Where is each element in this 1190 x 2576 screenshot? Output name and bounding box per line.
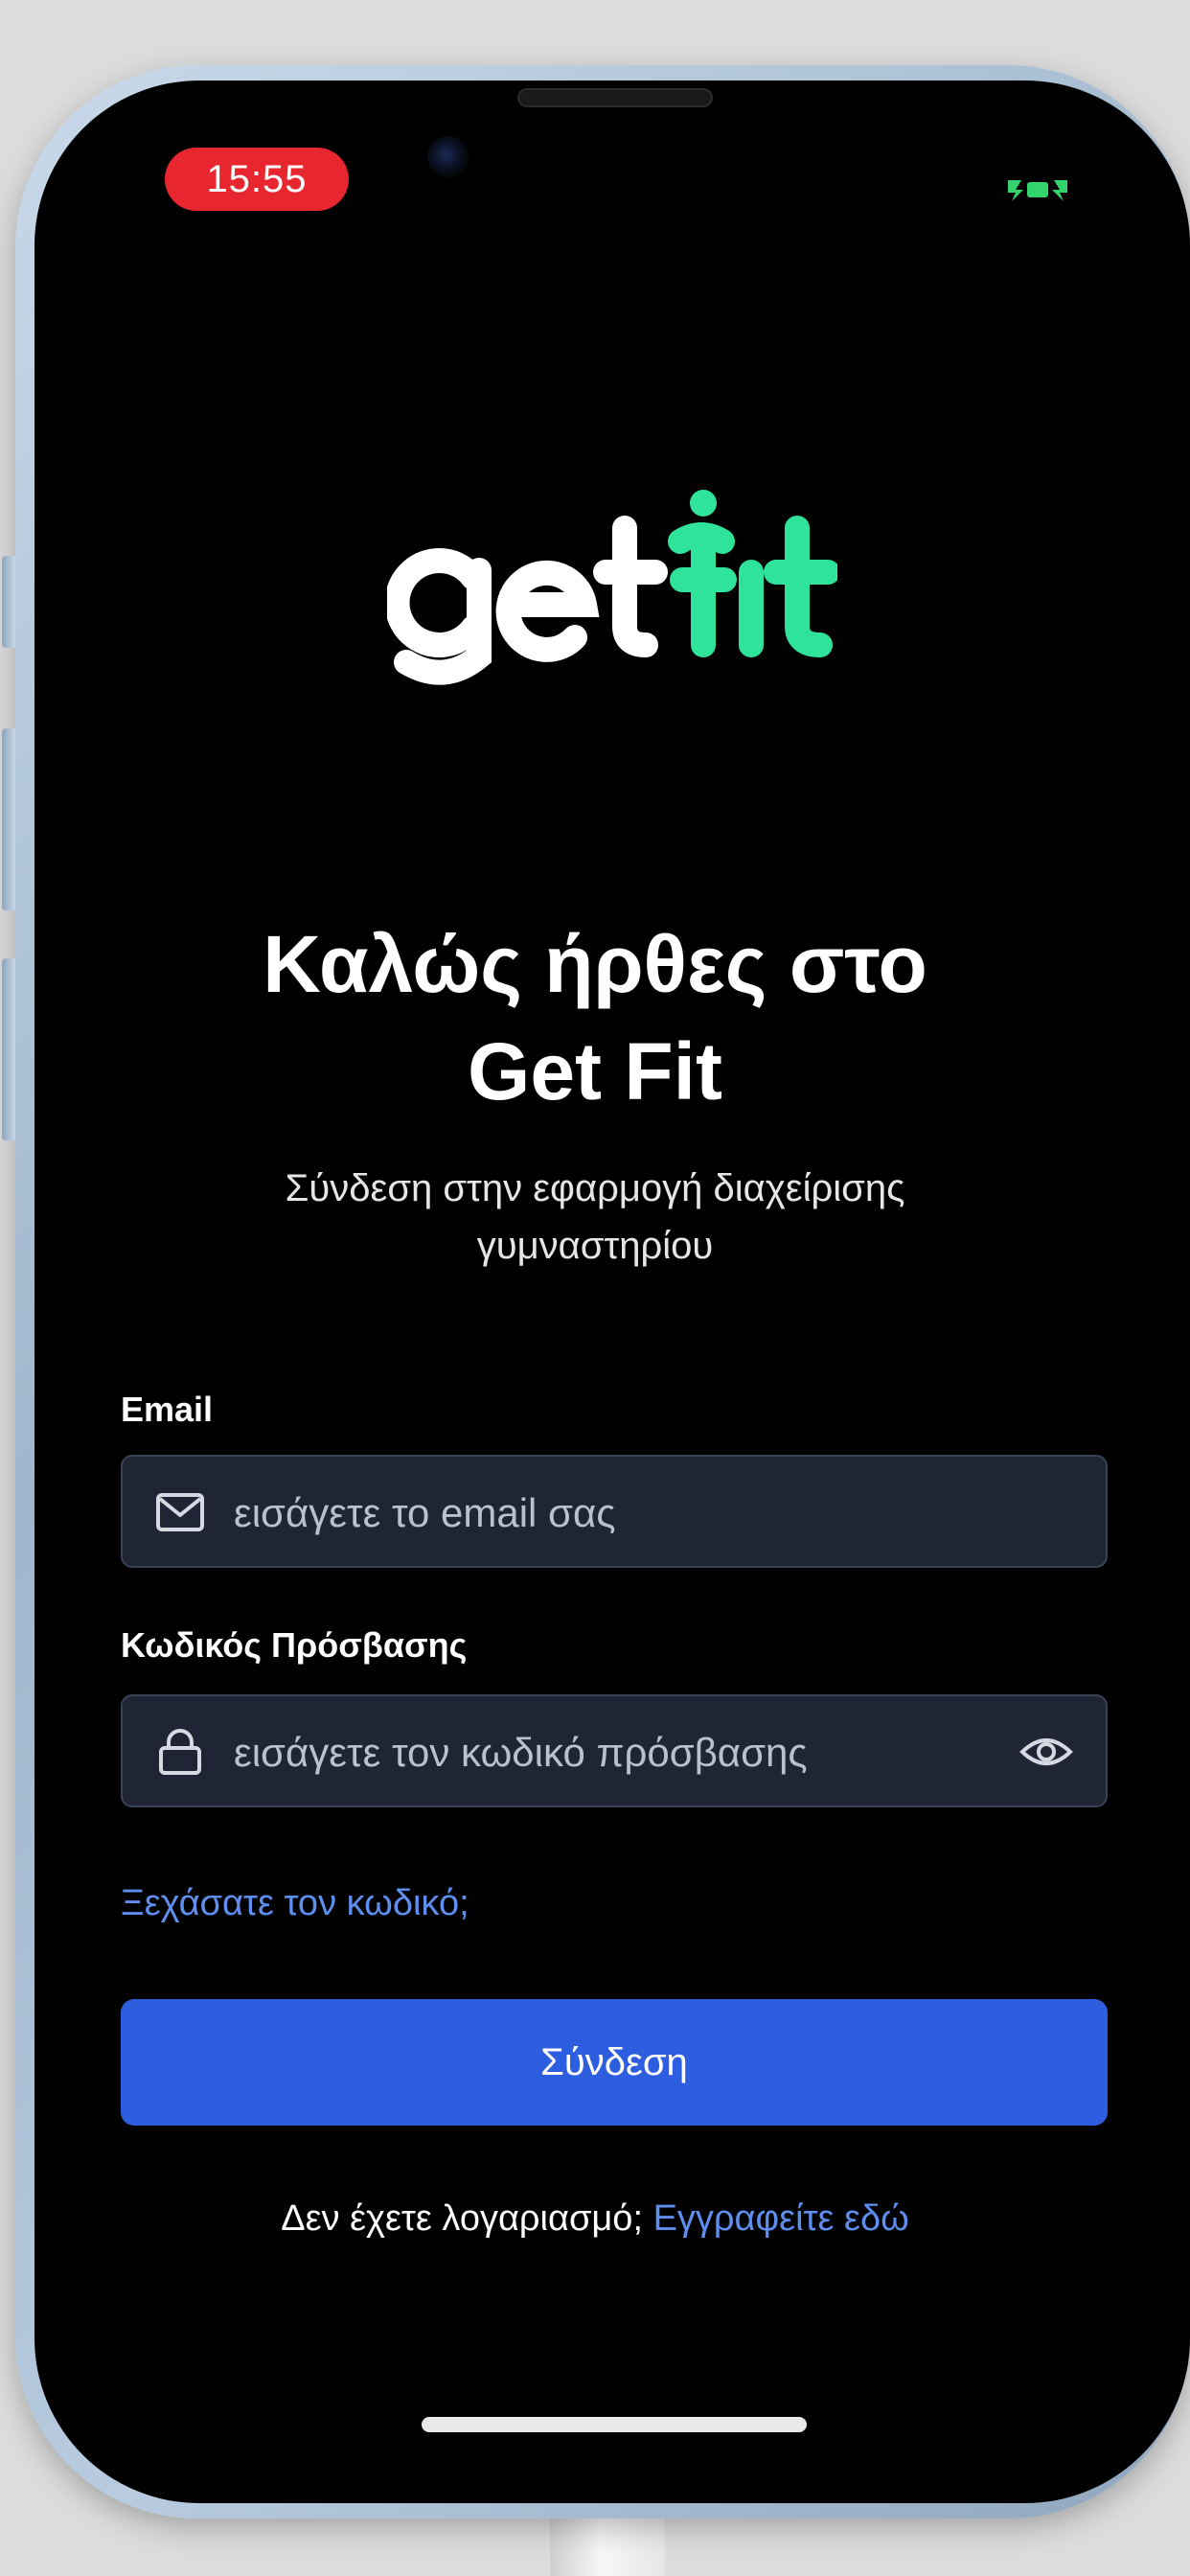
charging-battery-icon [1008, 180, 1067, 201]
signup-row: Δεν έχετε λογαριασμό; Εγγραφείτε εδώ [0, 2198, 1190, 2240]
logo-letter-g [387, 548, 492, 685]
welcome-line-2: Get Fit [468, 1026, 722, 1116]
password-field[interactable]: εισάγετε τον κωδικό πρόσβασης [121, 1694, 1108, 1807]
subtitle-line-1: Σύνδεση στην εφαρμογή διαχείρισης [285, 1167, 905, 1209]
phone-bezel [34, 80, 1190, 2503]
login-button[interactable]: Σύνδεση [121, 1999, 1108, 2126]
signup-link[interactable]: Εγγραφείτε εδώ [653, 2198, 909, 2239]
volume-up-button [2, 728, 15, 910]
password-placeholder: εισάγετε τον κωδικό πρόσβασης [234, 1730, 808, 1775]
email-field[interactable]: εισάγετε το email σας [121, 1455, 1108, 1568]
logo-letter-e [495, 560, 600, 662]
status-time: 15:55 [165, 148, 349, 211]
eye-icon[interactable] [1019, 1729, 1073, 1775]
mute-switch [2, 556, 15, 648]
get-fit-logo [387, 490, 837, 685]
welcome-subtitle: Σύνδεση στην εφαρμογή διαχείρισης γυμνασ… [0, 1160, 1190, 1275]
logo-letter-t [593, 516, 668, 657]
logo-letter-t2 [764, 516, 837, 657]
mail-icon [156, 1493, 204, 1531]
welcome-heading: Καλώς ήρθες στο Get Fit [0, 910, 1190, 1125]
email-placeholder: εισάγετε το email σας [234, 1490, 616, 1535]
front-camera [427, 136, 469, 178]
device-scene: 15:55 Καλώς ήρθες στο Get Fit Σύνδεση στ… [0, 0, 1190, 2576]
logo-letter-f [668, 490, 737, 657]
home-indicator[interactable] [422, 2417, 807, 2432]
earpiece-speaker [517, 88, 713, 107]
signup-prompt: Δεν έχετε λογαριασμό; [281, 2198, 643, 2239]
password-label: Κωδικός Πρόσβασης [121, 1625, 468, 1665]
subtitle-line-2: γυμναστηρίου [476, 1225, 714, 1267]
lock-icon [159, 1729, 201, 1775]
email-label: Email [121, 1390, 214, 1429]
forgot-password-link[interactable]: Ξεχάσατε τον κωδικό; [121, 1883, 469, 1924]
welcome-line-1: Καλώς ήρθες στο [263, 919, 927, 1009]
